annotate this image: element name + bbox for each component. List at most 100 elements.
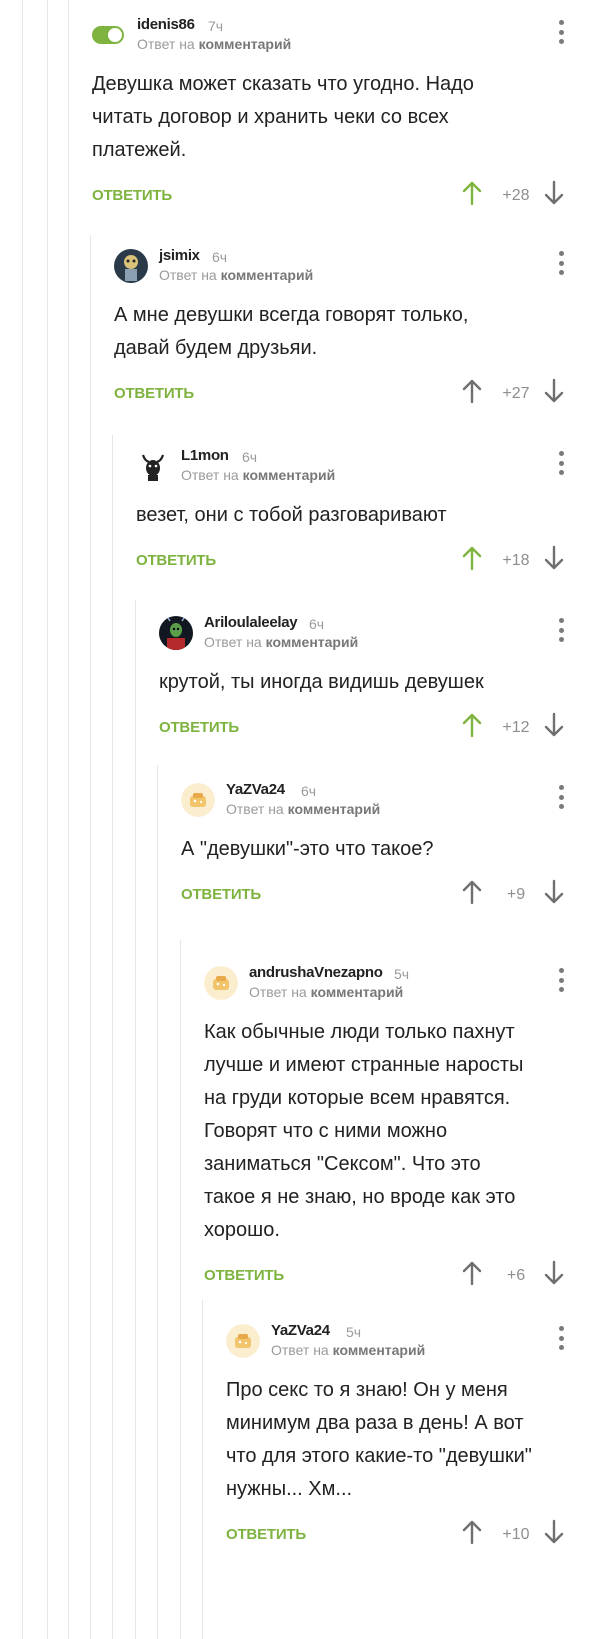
timestamp: 6ч xyxy=(309,616,325,632)
reply-prefix: Ответ на xyxy=(249,984,307,1000)
reply-info: Ответ на комментарий xyxy=(226,801,380,817)
downvote-arrow-icon[interactable] xyxy=(544,545,564,571)
thread-line xyxy=(68,0,69,1639)
username[interactable]: andrushaVnezapno xyxy=(249,964,383,981)
reply-target-link[interactable]: комментарий xyxy=(333,1342,426,1358)
reply-button[interactable]: ОТВЕТИТЬ xyxy=(181,886,261,903)
comment-text-line: что для этого какие-то "девушки" xyxy=(226,1445,532,1467)
comment-text-line: Как обычные люди только пахнут xyxy=(204,1021,515,1043)
reply-button[interactable]: ОТВЕТИТЬ xyxy=(136,552,216,569)
comment-text-line: давай будем друзьяи. xyxy=(114,337,318,359)
comment: YaZVa24 5ч Ответ на комментарий Про секс… xyxy=(226,1320,600,1556)
more-options-icon[interactable] xyxy=(558,785,564,809)
comment: L1mon 6ч Ответ на комментарий везет, они… xyxy=(136,445,600,582)
more-options-icon[interactable] xyxy=(558,451,564,475)
reply-button[interactable]: ОТВЕТИТЬ xyxy=(92,187,172,204)
more-options-icon[interactable] xyxy=(558,968,564,992)
upvote-arrow-icon[interactable] xyxy=(462,1519,482,1545)
rating-score: +27 xyxy=(502,385,530,402)
upvote-arrow-icon[interactable] xyxy=(462,1260,482,1286)
comment-text-line: заниматься "Сексом". Что это xyxy=(204,1153,481,1175)
alien-avatar-icon[interactable] xyxy=(159,616,193,650)
comment-text-line: такое я не знаю, но вроде как это xyxy=(204,1186,516,1208)
toggle-icon[interactable] xyxy=(92,26,124,44)
comment-text: А мне девушки всегда говорят только, дав… xyxy=(114,299,600,365)
comment-actions: ОТВЕТИТЬ +12 xyxy=(159,709,600,749)
reply-target-link[interactable]: комментарий xyxy=(288,801,381,817)
more-options-icon[interactable] xyxy=(558,1326,564,1350)
default-avatar-icon[interactable] xyxy=(226,1324,260,1358)
reply-info: Ответ на комментарий xyxy=(271,1342,425,1358)
comment-header: L1mon 6ч Ответ на комментарий xyxy=(136,445,600,485)
downvote-arrow-icon[interactable] xyxy=(544,180,564,206)
username[interactable]: Ariloulaleelay xyxy=(204,614,298,631)
robot-avatar-icon[interactable] xyxy=(114,249,148,283)
reply-prefix: Ответ на xyxy=(204,634,262,650)
timestamp: 6ч xyxy=(242,449,258,465)
reply-target-link[interactable]: комментарий xyxy=(221,267,314,283)
rating-score: +9 xyxy=(506,886,526,903)
comment-header: YaZVa24 6ч Ответ на комментарий xyxy=(181,779,600,819)
thread-line xyxy=(112,435,113,1639)
upvote-arrow-icon[interactable] xyxy=(462,879,482,905)
comment-text: А "девушки"-это что такое? xyxy=(181,833,600,866)
more-options-icon[interactable] xyxy=(558,251,564,275)
upvote-arrow-icon[interactable] xyxy=(462,378,482,404)
upvote-arrow-icon[interactable] xyxy=(462,712,482,738)
upvote-arrow-icon[interactable] xyxy=(462,545,482,571)
username[interactable]: idenis86 xyxy=(137,16,195,33)
reply-prefix: Ответ на xyxy=(226,801,284,817)
comment: idenis86 7ч Ответ на комментарий Девушка… xyxy=(92,14,600,217)
reply-target-link[interactable]: комментарий xyxy=(199,36,292,52)
comment-header: andrushaVnezapno 5ч Ответ на комментарий xyxy=(204,962,600,1002)
downvote-arrow-icon[interactable] xyxy=(544,378,564,404)
reply-target-link[interactable]: комментарий xyxy=(243,467,336,483)
username[interactable]: YaZVa24 xyxy=(271,1322,330,1339)
downvote-arrow-icon[interactable] xyxy=(544,879,564,905)
reply-button[interactable]: ОТВЕТИТЬ xyxy=(226,1526,306,1543)
comment-text-line: на груди которые всем нравятся. xyxy=(204,1087,511,1109)
comment-text-line: платежей. xyxy=(92,139,187,161)
thread-line xyxy=(180,940,181,1639)
timestamp: 6ч xyxy=(301,783,317,799)
comment: YaZVa24 6ч Ответ на комментарий А "девуш… xyxy=(181,779,600,916)
timestamp: 6ч xyxy=(212,249,228,265)
reply-button[interactable]: ОТВЕТИТЬ xyxy=(114,385,194,402)
rating-score: +12 xyxy=(502,719,530,736)
downvote-arrow-icon[interactable] xyxy=(544,1519,564,1545)
downvote-arrow-icon[interactable] xyxy=(544,1260,564,1286)
username[interactable]: L1mon xyxy=(181,447,229,464)
rating-score: +10 xyxy=(502,1526,530,1543)
comment-text-line: хорошо. xyxy=(204,1219,280,1241)
comment-text-line: А мне девушки всегда говорят только, xyxy=(114,304,469,326)
username[interactable]: jsimix xyxy=(159,247,200,264)
default-avatar-icon[interactable] xyxy=(204,966,238,1000)
more-options-icon[interactable] xyxy=(558,618,564,642)
comment-text: Как обычные люди только пахнут лучше и и… xyxy=(204,1016,600,1247)
thread-line xyxy=(47,0,48,1639)
comment: jsimix 6ч Ответ на комментарий А мне дев… xyxy=(114,245,600,415)
comment-actions: ОТВЕТИТЬ +9 xyxy=(181,876,600,916)
rating-score: +6 xyxy=(506,1267,526,1284)
reply-button[interactable]: ОТВЕТИТЬ xyxy=(159,719,239,736)
comment-text-line: А "девушки"-это что такое? xyxy=(181,838,434,860)
comment-actions: ОТВЕТИТЬ +10 xyxy=(226,1516,600,1556)
comment-text-line: Про секс то я знаю! Он у меня xyxy=(226,1379,508,1401)
upvote-arrow-icon[interactable] xyxy=(462,180,482,206)
reply-target-link[interactable]: комментарий xyxy=(266,634,359,650)
comment-text-line: минимум два раза в день! А вот xyxy=(226,1412,524,1434)
comment-text-line: везет, они с тобой разговаривают xyxy=(136,504,447,526)
username[interactable]: YaZVa24 xyxy=(226,781,285,798)
reply-prefix: Ответ на xyxy=(137,36,195,52)
comment-header: idenis86 7ч Ответ на комментарий xyxy=(92,14,600,54)
default-avatar-icon[interactable] xyxy=(181,783,215,817)
reply-info: Ответ на комментарий xyxy=(249,984,403,1000)
rating-score: +28 xyxy=(502,187,530,204)
downvote-arrow-icon[interactable] xyxy=(544,712,564,738)
more-options-icon[interactable] xyxy=(558,20,564,44)
reply-target-link[interactable]: комментарий xyxy=(311,984,404,1000)
comment: andrushaVnezapno 5ч Ответ на комментарий… xyxy=(204,962,600,1297)
reply-button[interactable]: ОТВЕТИТЬ xyxy=(204,1267,284,1284)
reply-info: Ответ на комментарий xyxy=(204,634,358,650)
horned-creature-icon[interactable] xyxy=(136,449,170,483)
